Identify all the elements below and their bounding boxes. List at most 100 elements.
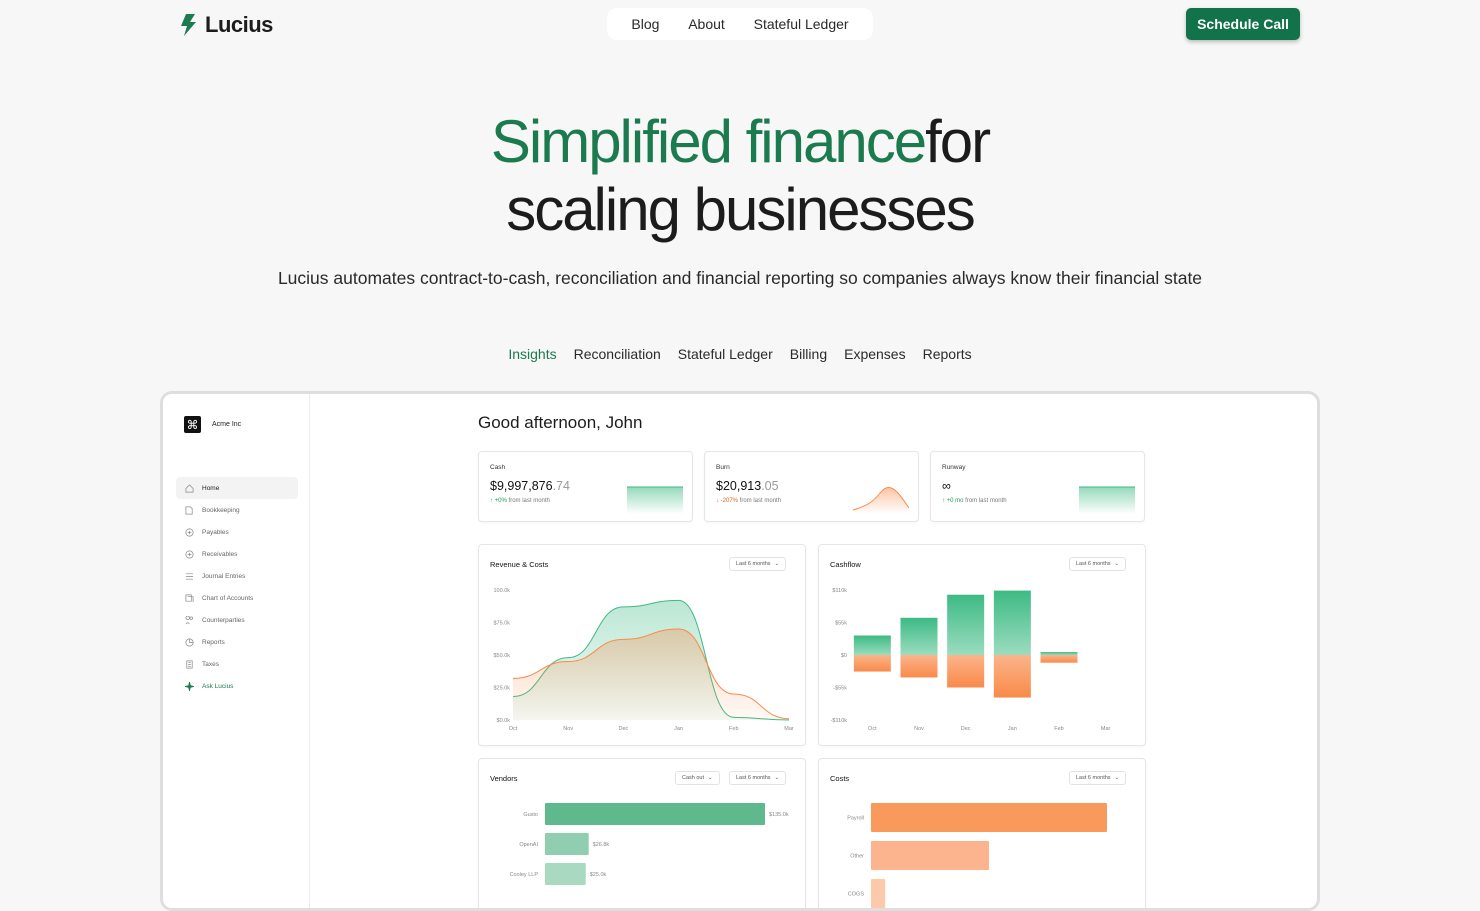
sidebar-item-label: Reports [202, 638, 225, 646]
sidebar-menu: Home Bookkeeping Payables Receivables Journa… [176, 477, 298, 697]
cashflow-bar-out [900, 655, 938, 678]
revenue-costs-card: Revenue & Costs Last 6 months ⌄ 100.0k $75… [478, 544, 806, 746]
kpi-value: ∞ [942, 479, 951, 493]
costs-card: Costs Last 6 months ⌄ Payroll Other COGS [818, 758, 1146, 908]
hero-title-line2: scaling businesses [506, 176, 976, 243]
kpi-label: Runway [942, 464, 966, 471]
y-tick-label: $0.0k [497, 718, 511, 724]
kpi-change: ↓ -207% from last month [716, 498, 782, 504]
cashflow-bar-out [947, 655, 985, 688]
y-tick-label: $75.0k [493, 621, 510, 627]
sidebar-item-bookkeeping[interactable]: Bookkeeping [176, 499, 298, 521]
schedule-call-button[interactable]: Schedule Call [1186, 8, 1300, 40]
nav-link-blog[interactable]: Blog [631, 16, 659, 32]
org-name: Acme Inc [212, 421, 242, 428]
y-tick-label: $50.0k [493, 653, 510, 659]
kpi-value: $20,913.05 [716, 479, 779, 493]
circle-plus-icon [185, 528, 194, 536]
sidebar-item-chart-of-accounts[interactable]: Chart of Accounts [176, 587, 298, 609]
cashflow-bar-out [1040, 655, 1078, 663]
nav-link-stateful-ledger[interactable]: Stateful Ledger [754, 16, 849, 32]
y-tick-label: $55k [835, 621, 847, 627]
revenue-costs-chart: 100.0k $75.0k $50.0k $25.0k $0.0k Oct Nov Dec Ja… [493, 588, 794, 732]
kpi-label: Cash [490, 464, 506, 471]
y-tick-label: $0 [841, 653, 847, 659]
home-icon [185, 483, 194, 492]
app-sidebar: ⌘ Acme Inc Home Bookkeeping Payables Receiv… [163, 394, 310, 908]
app-preview: ⌘ Acme Inc Home Bookkeeping Payables Receiv… [160, 391, 1320, 911]
feature-tabs: Insights Reconciliation Stateful Ledger … [0, 346, 1480, 362]
sidebar-item-label: Chart of Accounts [202, 594, 254, 602]
sidebar-item-label: Home [202, 484, 220, 492]
tab-insights[interactable]: Insights [508, 346, 556, 362]
kpi-value: $9,997,876.74 [490, 479, 570, 493]
tab-stateful-ledger[interactable]: Stateful Ledger [678, 346, 773, 362]
receipt-icon [186, 660, 193, 668]
sidebar-item-reports[interactable]: Reports [176, 631, 298, 653]
sidebar-item-counterparties[interactable]: Counterparties [176, 609, 298, 631]
tab-reconciliation[interactable]: Reconciliation [574, 346, 661, 362]
nav-link-about[interactable]: About [688, 16, 725, 32]
series-area [513, 629, 789, 720]
cost-bar [871, 879, 886, 908]
x-tick-label: Jan [674, 726, 683, 732]
sidebar-item-label: Taxes [202, 660, 219, 668]
cost-bar [871, 803, 1107, 832]
kpi-change: ↑ +0 mo from last month [942, 498, 1007, 504]
cost-bar [871, 841, 989, 870]
hero-title-green: Simplified finance [490, 108, 927, 175]
y-tick-label: -$110k [831, 718, 848, 724]
cashflow-bar-out [993, 655, 1031, 698]
sidebar-item-label: Receivables [202, 550, 238, 558]
bolt-icon [181, 14, 196, 36]
tab-expenses[interactable]: Expenses [844, 346, 905, 362]
y-tick-label: -$55k [833, 686, 847, 692]
cash-sparkline [627, 486, 683, 514]
x-tick-label: Nov [563, 726, 573, 732]
greeting: Good afternoon, John [478, 413, 643, 432]
cashflow-bar-in [947, 594, 985, 655]
sidebar-item-label: Counterparties [202, 616, 245, 624]
runway-sparkline [1079, 486, 1135, 514]
x-tick-label: Jan [1008, 726, 1017, 732]
sidebar-item-ask-lucius[interactable]: Ask Lucius [176, 675, 298, 697]
sidebar-item-taxes[interactable]: Taxes [176, 653, 298, 675]
vendor-bar [545, 863, 586, 885]
kpi-label: Burn [716, 464, 730, 471]
brand-name: Lucius [205, 12, 273, 37]
kpi-card-cash[interactable]: Cash $9,997,876.74 ↑ +0% from last month [478, 451, 693, 522]
costs-chart: Payroll Other COGS [847, 803, 1107, 908]
kpi-card-burn[interactable]: Burn $20,913.05 ↓ -207% from last month [704, 451, 919, 522]
brand-logo[interactable]: Lucius [180, 12, 273, 38]
kpi-card-runway[interactable]: Runway ∞ ↑ +0 mo from last month [930, 451, 1145, 522]
sidebar-item-payables[interactable]: Payables [176, 521, 298, 543]
hero-title: Simplified financefor scaling businesses [0, 108, 1480, 244]
users-icon [185, 615, 193, 624]
cashflow-chart: $110k $55k $0 -$55k -$110k Oct Nov Dec Jan Feb Mar [831, 588, 1111, 732]
cashflow-bar-in [853, 635, 891, 655]
circle-plus-icon [185, 550, 194, 558]
sidebar-item-label: Bookkeeping [202, 506, 240, 514]
x-tick-label: Oct [509, 726, 518, 732]
tab-reports[interactable]: Reports [923, 346, 972, 362]
x-tick-label: Dec [961, 726, 971, 732]
book-icon [185, 506, 193, 514]
vendor-bar [545, 833, 589, 855]
org-switcher[interactable]: ⌘ Acme Inc [184, 416, 241, 433]
command-icon: ⌘ [184, 416, 201, 433]
y-tick-label: 100.0k [493, 588, 510, 594]
bar-label: Cooley LLP [510, 872, 539, 878]
sidebar-item-journal-entries[interactable]: Journal Entries [176, 565, 298, 587]
sidebar-item-receivables[interactable]: Receivables [176, 543, 298, 565]
accounts-icon [185, 594, 194, 602]
x-tick-label: Mar [1101, 726, 1111, 732]
pie-icon [185, 638, 194, 646]
y-tick-label: $25.0k [493, 686, 510, 692]
x-tick-label: Mar [784, 726, 794, 732]
cashflow-card: Cashflow Last 6 months ⌄ $110k $55k $0 -$55k… [818, 544, 1146, 746]
vendor-bar [545, 803, 765, 825]
tab-billing[interactable]: Billing [790, 346, 827, 362]
sidebar-item-home[interactable]: Home [176, 477, 298, 499]
list-icon [185, 572, 194, 580]
bar-label: OpenAI [519, 842, 538, 848]
